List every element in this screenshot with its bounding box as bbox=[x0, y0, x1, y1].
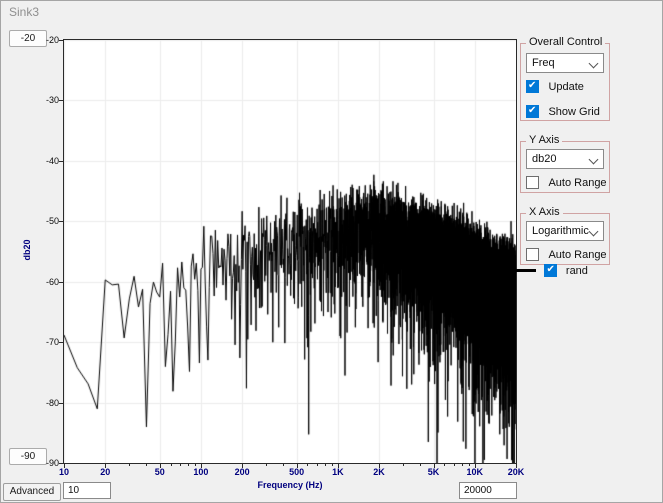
update-label: Update bbox=[548, 81, 583, 93]
x-auto-range-row[interactable]: Auto Range bbox=[526, 246, 607, 260]
x-tick-mark bbox=[434, 463, 435, 468]
x-minor-tick-mark bbox=[146, 463, 147, 466]
x-minor-tick-mark bbox=[129, 463, 130, 466]
overall-mode-value: Freq bbox=[532, 57, 555, 69]
show-grid-label: Show Grid bbox=[548, 106, 599, 118]
legend-series-checkbox[interactable] bbox=[544, 264, 557, 277]
x-axis-group-title: X Axis bbox=[526, 206, 563, 218]
y-tick-label: -70 bbox=[33, 337, 59, 347]
y-tick-mark bbox=[59, 403, 63, 404]
x-tick-label: 100 bbox=[193, 467, 208, 477]
x-tick-mark bbox=[105, 463, 106, 468]
x-minor-tick-mark bbox=[325, 463, 326, 466]
y-tick-mark bbox=[59, 40, 63, 41]
x-minor-tick-mark bbox=[462, 463, 463, 466]
x-scale-value: Logarithmic bbox=[532, 225, 589, 237]
x-minor-tick-mark bbox=[307, 463, 308, 466]
x-tick-mark bbox=[516, 463, 517, 468]
x-min-input[interactable] bbox=[63, 482, 111, 499]
y-tick-mark bbox=[59, 221, 63, 222]
y-tick-mark bbox=[59, 100, 63, 101]
x-tick-mark bbox=[379, 463, 380, 468]
x-minor-tick-mark bbox=[317, 463, 318, 466]
y-scale-value: db20 bbox=[532, 153, 556, 165]
show-grid-checkbox[interactable] bbox=[526, 105, 539, 118]
x-auto-range-checkbox[interactable] bbox=[526, 248, 539, 261]
y-tick-label: -40 bbox=[33, 156, 59, 166]
legend-series-label: rand bbox=[566, 265, 588, 277]
x-minor-tick-mark bbox=[469, 463, 470, 466]
update-checkbox[interactable] bbox=[526, 80, 539, 93]
x-minor-tick-mark bbox=[420, 463, 421, 466]
x-minor-tick-mark bbox=[444, 463, 445, 466]
window-title: Sink3 bbox=[9, 5, 39, 19]
show-grid-checkbox-row[interactable]: Show Grid bbox=[526, 103, 600, 117]
x-tick-label: 10 bbox=[59, 467, 69, 477]
y-auto-range-checkbox[interactable] bbox=[526, 176, 539, 189]
y-tick-mark bbox=[59, 282, 63, 283]
x-tick-mark bbox=[338, 463, 339, 468]
y-tick-mark bbox=[59, 161, 63, 162]
x-axis-title: Frequency (Hz) bbox=[64, 480, 516, 490]
legend-line-sample bbox=[514, 269, 536, 272]
x-max-input[interactable] bbox=[459, 482, 517, 499]
advanced-button[interactable]: Advanced bbox=[3, 483, 61, 501]
x-minor-tick-mark bbox=[403, 463, 404, 466]
x-tick-label: 10K bbox=[467, 467, 484, 477]
x-minor-tick-mark bbox=[266, 463, 267, 466]
x-minor-tick-mark bbox=[195, 463, 196, 466]
y-auto-range-label: Auto Range bbox=[548, 177, 606, 189]
y-axis-group: Y Axis db20 Auto Range bbox=[520, 141, 610, 193]
x-tick-label: 20 bbox=[100, 467, 110, 477]
x-tick-mark bbox=[64, 463, 65, 468]
y-tick-mark bbox=[59, 463, 63, 464]
x-minor-tick-mark bbox=[332, 463, 333, 466]
x-tick-mark bbox=[297, 463, 298, 468]
y-tick-label: -90 bbox=[33, 458, 59, 468]
y-tick-label: -30 bbox=[33, 95, 59, 105]
x-minor-tick-mark bbox=[171, 463, 172, 466]
overall-control-group: Overall Control Freq Update Show Grid bbox=[520, 43, 610, 121]
x-axis-group: X Axis Logarithmic Auto Range bbox=[520, 213, 610, 265]
x-tick-label: 200 bbox=[235, 467, 250, 477]
x-auto-range-label: Auto Range bbox=[548, 249, 606, 261]
x-tick-label: 500 bbox=[289, 467, 304, 477]
y-scale-dropdown[interactable]: db20 bbox=[526, 149, 604, 169]
y-tick-label: -60 bbox=[33, 277, 59, 287]
x-tick-mark bbox=[242, 463, 243, 468]
spectrum-canvas bbox=[64, 40, 516, 463]
y-tick-label: -80 bbox=[33, 398, 59, 408]
overall-mode-dropdown[interactable]: Freq bbox=[526, 53, 604, 73]
x-tick-label: 50 bbox=[155, 467, 165, 477]
y-axis-group-title: Y Axis bbox=[526, 134, 562, 146]
x-tick-label: 5K bbox=[428, 467, 440, 477]
y-tick-label: -50 bbox=[33, 216, 59, 226]
x-minor-tick-mark bbox=[283, 463, 284, 466]
plot-area bbox=[63, 39, 517, 464]
y-tick-mark bbox=[59, 342, 63, 343]
x-scale-dropdown[interactable]: Logarithmic bbox=[526, 221, 604, 241]
x-minor-tick-mark bbox=[454, 463, 455, 466]
title-bar[interactable]: Sink3 bbox=[1, 1, 662, 23]
update-checkbox-row[interactable]: Update bbox=[526, 78, 584, 92]
x-tick-label: 2K bbox=[373, 467, 385, 477]
overall-control-title: Overall Control bbox=[526, 36, 605, 48]
y-tick-label: -20 bbox=[33, 35, 59, 45]
x-tick-mark bbox=[201, 463, 202, 468]
x-tick-mark bbox=[160, 463, 161, 468]
sink-window: Sink3 -20 -90 10 20 50 100 200 500 1K 2K 5K 10K 20… bbox=[0, 0, 663, 503]
y-auto-range-row[interactable]: Auto Range bbox=[526, 174, 607, 188]
legend: rand bbox=[514, 262, 588, 278]
x-tick-mark bbox=[475, 463, 476, 468]
x-minor-tick-mark bbox=[188, 463, 189, 466]
x-tick-label: 1K bbox=[332, 467, 344, 477]
y-axis-title: db20 bbox=[22, 230, 32, 270]
x-minor-tick-mark bbox=[180, 463, 181, 466]
x-tick-label: 20K bbox=[508, 467, 525, 477]
